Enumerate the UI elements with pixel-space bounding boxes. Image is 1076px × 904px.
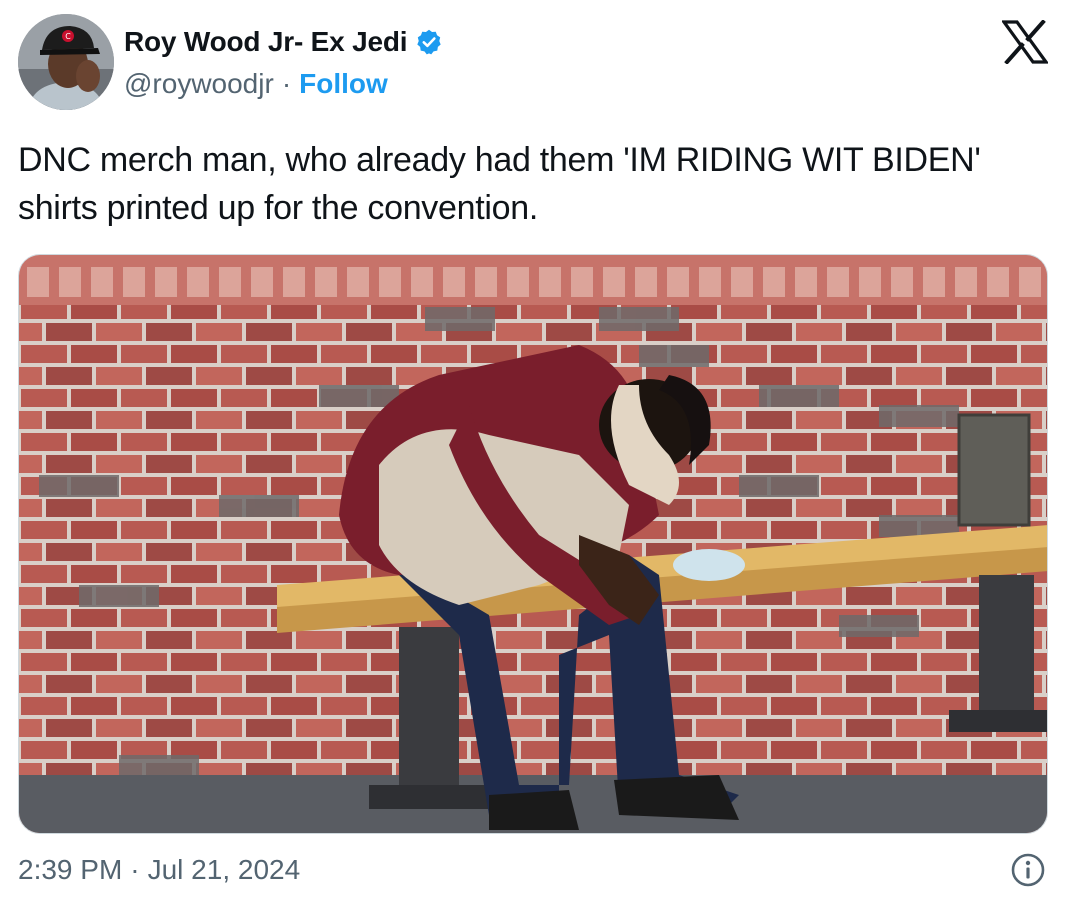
author-display-name[interactable]: Roy Wood Jr- Ex Jedi: [124, 26, 408, 58]
handle-separator: ·: [281, 68, 292, 99]
tweet-date: Jul 21, 2024: [147, 854, 301, 885]
verified-badge-icon: [415, 28, 443, 56]
author-name-row: Roy Wood Jr- Ex Jedi: [124, 22, 443, 62]
tweet-timestamp[interactable]: 2:39 PM · Jul 21, 2024: [18, 848, 300, 892]
tweet-card: C Roy Wood Jr- Ex Jedi @roywoodjr · Foll…: [0, 0, 1076, 904]
tweet-text: DNC merch man, who already had them 'IM …: [18, 141, 981, 227]
info-icon[interactable]: [1010, 852, 1046, 888]
timestamp-separator: ·: [130, 854, 140, 885]
follow-button[interactable]: Follow: [299, 68, 388, 100]
author-avatar[interactable]: C: [18, 14, 114, 110]
x-logo-icon[interactable]: [1000, 19, 1050, 65]
author-handle-row: @roywoodjr · Follow: [124, 64, 388, 104]
tweet-photo[interactable]: [18, 254, 1048, 834]
svg-text:C: C: [65, 32, 71, 41]
author-handle[interactable]: @roywoodjr: [124, 68, 274, 100]
tweet-time: 2:39 PM: [18, 854, 123, 885]
